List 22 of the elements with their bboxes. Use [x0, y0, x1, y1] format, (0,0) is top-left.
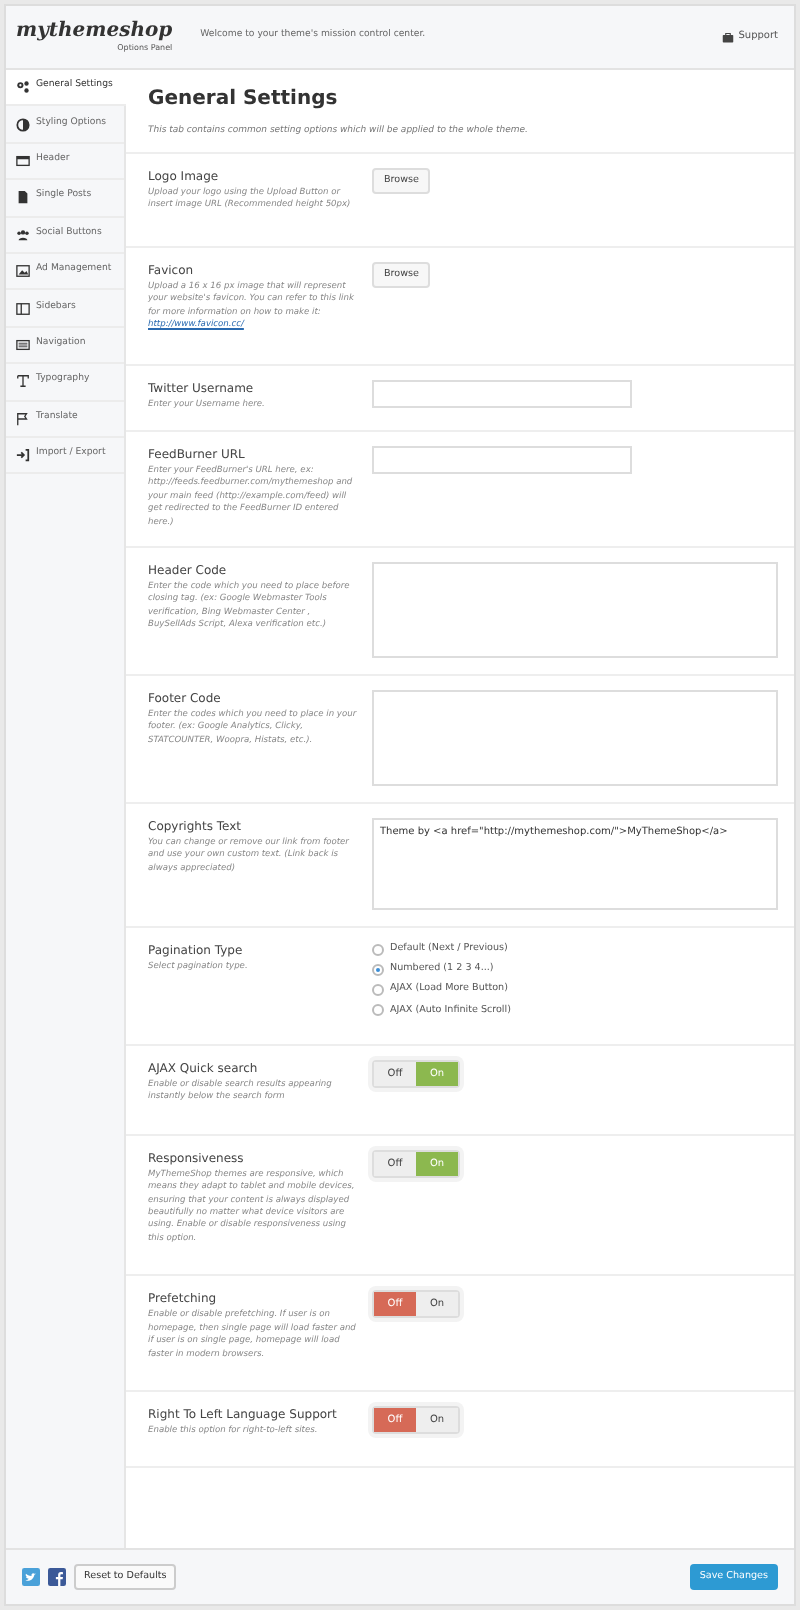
radio-button[interactable] — [372, 1004, 384, 1017]
facebook-icon[interactable] — [48, 1568, 66, 1586]
logo: mythemeshop — [16, 21, 173, 41]
menu-icon — [16, 337, 30, 352]
text-field[interactable] — [372, 445, 632, 474]
flag-icon — [16, 411, 30, 426]
radio-button[interactable] — [372, 963, 384, 976]
page-title: General Settings — [146, 86, 340, 114]
document-icon — [16, 190, 30, 205]
code-field[interactable] — [372, 562, 778, 658]
text-icon — [16, 374, 30, 389]
text-field[interactable] — [372, 380, 632, 409]
code-field[interactable] — [372, 690, 778, 786]
radio-button[interactable] — [372, 983, 384, 996]
contrast-icon — [16, 117, 30, 132]
window-icon — [16, 153, 30, 168]
columns-icon — [16, 301, 30, 316]
briefcase-icon — [722, 31, 735, 43]
sign-in-icon — [16, 448, 30, 463]
twitter-icon[interactable] — [22, 1568, 40, 1586]
radio-button[interactable] — [372, 943, 384, 956]
image-icon — [16, 264, 30, 279]
